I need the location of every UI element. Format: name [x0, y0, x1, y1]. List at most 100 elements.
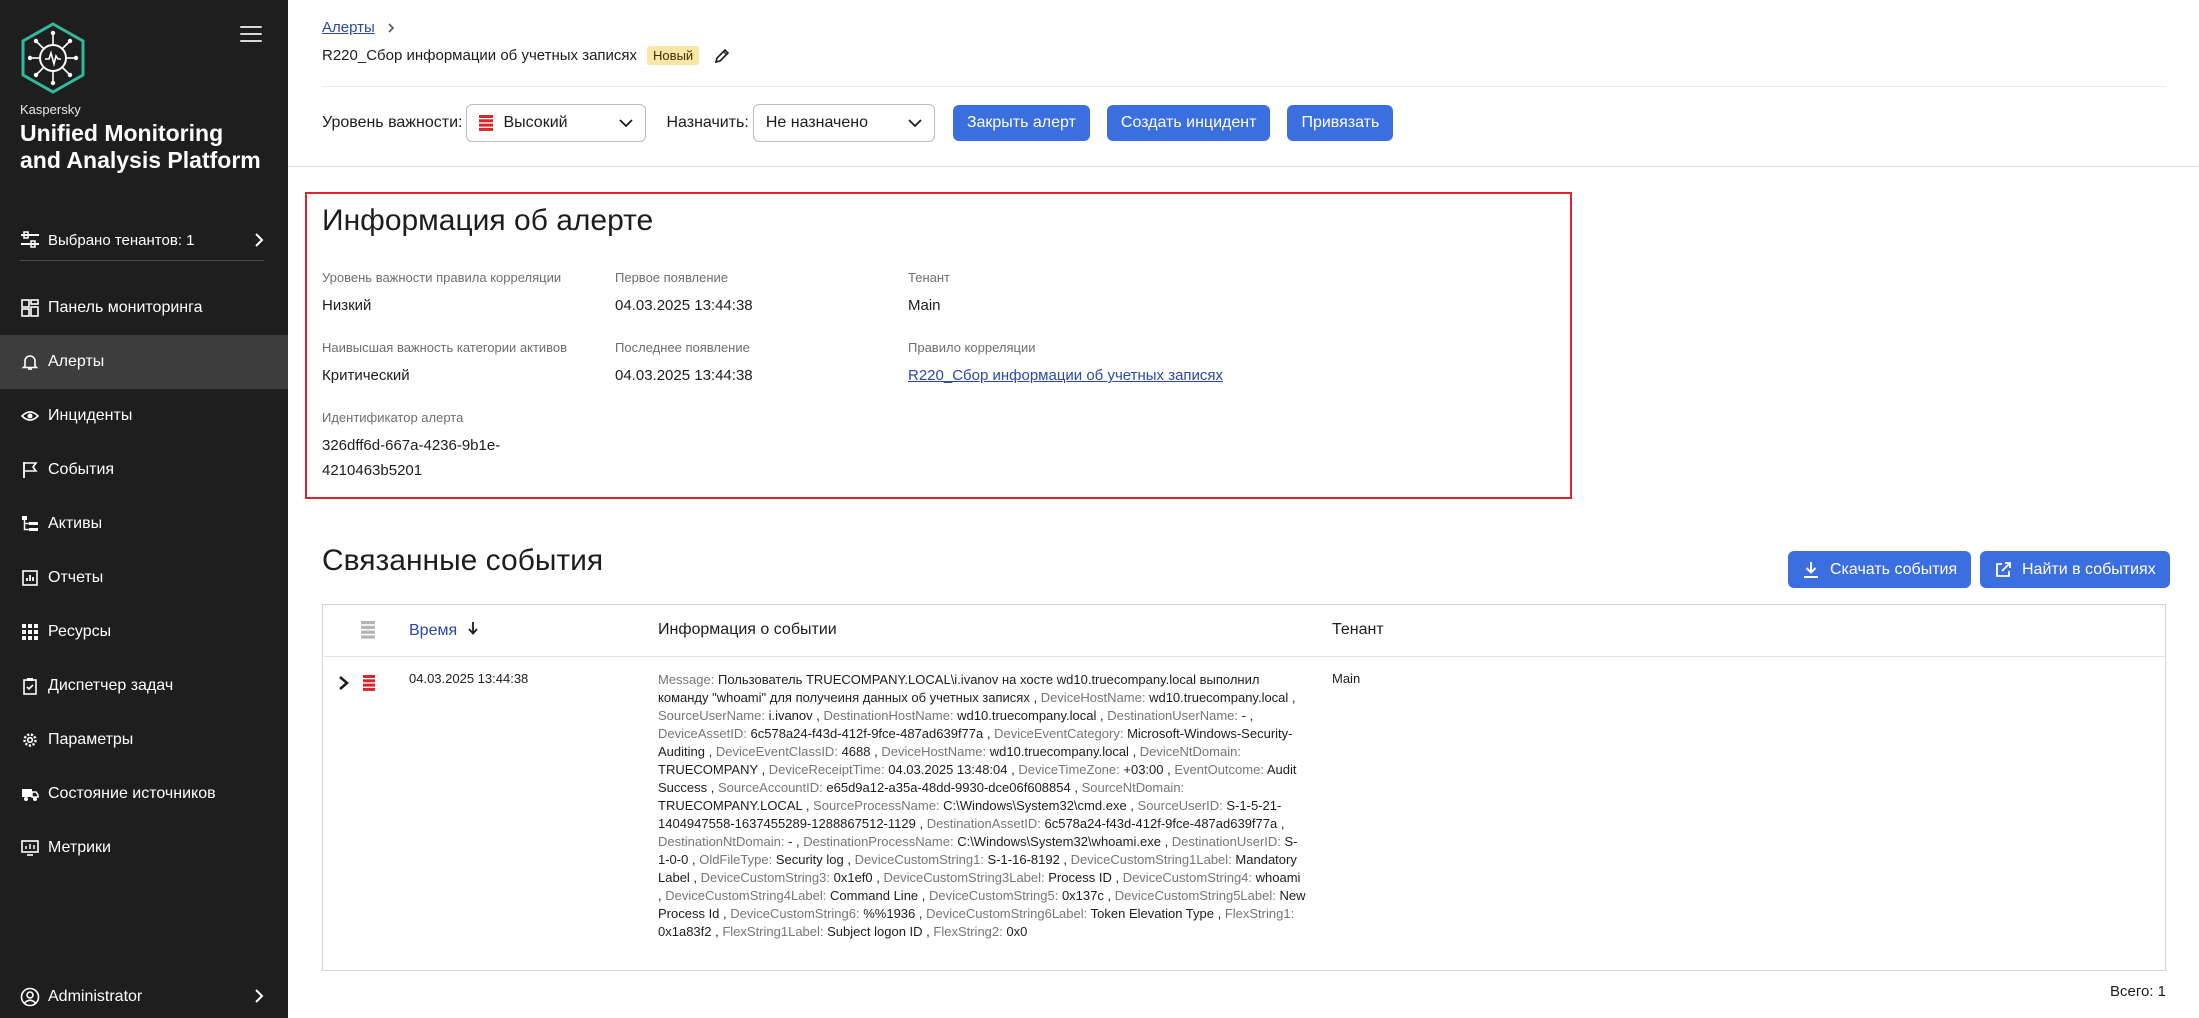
event-field-value: Security log: [775, 852, 844, 867]
pencil-icon[interactable]: [713, 47, 731, 65]
truck-icon: [20, 784, 40, 804]
brand-title: Unified Monitoring and Analysis Platform: [20, 120, 261, 173]
event-field-key: DeviceHostName:: [881, 744, 987, 759]
column-time-label: Время: [409, 622, 458, 639]
sidebar-item-dashboard[interactable]: Панель мониторинга: [0, 281, 288, 335]
sidebar-item-label: Инциденты: [48, 407, 133, 424]
grid-icon: [20, 622, 40, 642]
column-time-header[interactable]: Время: [409, 621, 478, 640]
event-field-value: %%1936: [863, 906, 916, 921]
link-button[interactable]: Привязать: [1287, 105, 1394, 141]
event-field-key: DeviceTimeZone:: [1018, 762, 1120, 777]
event-field-key: DeviceHostName:: [1040, 690, 1146, 705]
sidebar-item-assets[interactable]: Активы: [0, 497, 288, 551]
severity-select[interactable]: Высокий: [466, 104, 647, 142]
sidebar-item-label: Ресурсы: [48, 623, 112, 640]
sidebar-item-reports[interactable]: Отчеты: [0, 551, 288, 605]
sidebar-item-label: Метрики: [48, 839, 111, 856]
rule-severity-value: Низкий: [322, 297, 372, 314]
first-seen-value: 04.03.2025 13:44:38: [615, 297, 753, 314]
event-field-key: SourceProcessName:: [813, 798, 940, 813]
sidebar-item-metrics[interactable]: Метрики: [0, 821, 288, 875]
sidebar-item-label: Активы: [48, 515, 103, 532]
sidebar-item-label: Алерты: [48, 353, 105, 370]
sidebar-item-label: Отчеты: [48, 569, 104, 586]
expand-row-icon[interactable]: [337, 675, 351, 691]
alert-id-line1: 326dff6d-667a-4236-9b1e-: [322, 437, 501, 454]
main-content: Алерты R220_Сбор информации об учетных з…: [288, 0, 2199, 1018]
event-field-value: Subject logon ID: [827, 924, 923, 939]
tenant-label: Тенант: [908, 270, 950, 285]
severity-high-icon: [479, 115, 494, 131]
download-events-button[interactable]: Скачать события: [1788, 551, 1972, 588]
asset-category-value: Критический: [322, 367, 410, 384]
event-field-value: S-1-16-8192: [987, 852, 1060, 867]
chevron-right-icon: [388, 23, 395, 33]
event-field-key: DeviceCustomString3Label:: [883, 870, 1045, 885]
sidebar-item-label: Панель мониторинга: [48, 299, 203, 316]
sidebar-nav: Панель мониторинга Алерты Инциденты Собы…: [0, 281, 288, 875]
last-seen-value: 04.03.2025 13:44:38: [615, 367, 753, 384]
alert-controls: Уровень важности: Высокий Назначить: Не …: [322, 104, 1394, 142]
event-field-key: DeviceCustomString4Label:: [665, 888, 827, 903]
event-field-key: DestinationNtDomain:: [658, 834, 785, 849]
event-field-value: C:\Windows\System32\whoami.exe: [957, 834, 1161, 849]
event-field-value: Token Elevation Type: [1090, 906, 1214, 921]
column-info-header: Информация о событии: [658, 621, 837, 638]
flag-icon: [20, 460, 40, 480]
event-field-key: DeviceReceiptTime:: [768, 762, 885, 777]
event-field-value: wd10.truecompany.local: [1149, 690, 1289, 705]
severity-value: Высокий: [503, 114, 568, 131]
monitor-icon: [20, 838, 40, 858]
menu-toggle-icon[interactable]: [240, 26, 262, 44]
sidebar-item-alerts[interactable]: Алерты: [0, 335, 288, 389]
event-field-key: DestinationHostName:: [823, 708, 954, 723]
breadcrumb-alerts-link[interactable]: Алерты: [322, 19, 375, 36]
download-events-label: Скачать события: [1830, 560, 1958, 578]
sidebar-item-task-manager[interactable]: Диспетчер задач: [0, 659, 288, 713]
breadcrumb: Алерты: [322, 19, 395, 36]
tenant-selector[interactable]: Выбрано тенантов: 1: [20, 218, 264, 262]
event-field-key: DeviceCustomString1Label:: [1070, 852, 1232, 867]
find-in-events-button[interactable]: Найти в событиях: [1980, 551, 2170, 588]
event-field-key: DeviceCustomString6:: [730, 906, 860, 921]
event-field-key: DestinationProcessName:: [803, 834, 954, 849]
assignee-select[interactable]: Не назначено: [752, 104, 935, 142]
event-field-value: 0x0: [1006, 924, 1028, 939]
brand-vendor: Kaspersky: [20, 102, 81, 117]
event-field-key: SourceNtDomain:: [1081, 780, 1185, 795]
chevron-down-icon: [619, 118, 634, 127]
event-field-key: DeviceCustomString1:: [854, 852, 984, 867]
event-field-value: whoami: [1255, 870, 1301, 885]
sidebar-item-settings[interactable]: Параметры: [0, 713, 288, 767]
event-field-value: wd10.truecompany.local: [957, 708, 1097, 723]
alert-header: Алерты R220_Сбор информации об учетных з…: [288, 0, 2199, 167]
event-field-value: -: [788, 834, 793, 849]
assignee-value: Не назначено: [765, 114, 868, 131]
eye-icon: [20, 406, 40, 426]
severity-high-icon: [363, 675, 375, 691]
close-alert-button[interactable]: Закрыть алерт: [952, 105, 1090, 141]
correlation-rule-link[interactable]: R220_Сбор информации об учетных записях: [908, 367, 1223, 384]
event-field-key: DeviceCustomString5:: [929, 888, 1059, 903]
rule-severity-label: Уровень важности правила корреляции: [322, 270, 562, 285]
user-menu[interactable]: Administrator: [0, 976, 288, 1018]
create-incident-button[interactable]: Создать инцидент: [1106, 105, 1271, 141]
sidebar-item-resources[interactable]: Ресурсы: [0, 605, 288, 659]
sidebar-item-events[interactable]: События: [0, 443, 288, 497]
dashboard-icon: [20, 298, 40, 318]
user-name: Administrator: [48, 988, 143, 1005]
event-field-value: 6c578a24-f43d-412f-9fce-487ad639f77a: [1044, 816, 1278, 831]
report-icon: [20, 568, 40, 588]
tenant-value: Main: [908, 297, 941, 314]
alert-title-row: R220_Сбор информации об учетных записях …: [322, 46, 731, 65]
event-field-key: DeviceNtDomain:: [1139, 744, 1241, 759]
page-title: R220_Сбор информации об учетных записях: [322, 47, 638, 64]
event-field-value: 04.03.2025 13:48:04: [888, 762, 1008, 777]
sidebar-item-label: Диспетчер задач: [48, 677, 174, 694]
sidebar-item-source-status[interactable]: Состояние источников: [0, 767, 288, 821]
event-field-key: DeviceCustomString4:: [1122, 870, 1253, 885]
event-field-value: TRUECOMPANY.LOCAL: [658, 798, 803, 813]
event-field-value: -: [1241, 708, 1246, 723]
sidebar-item-incidents[interactable]: Инциденты: [0, 389, 288, 443]
